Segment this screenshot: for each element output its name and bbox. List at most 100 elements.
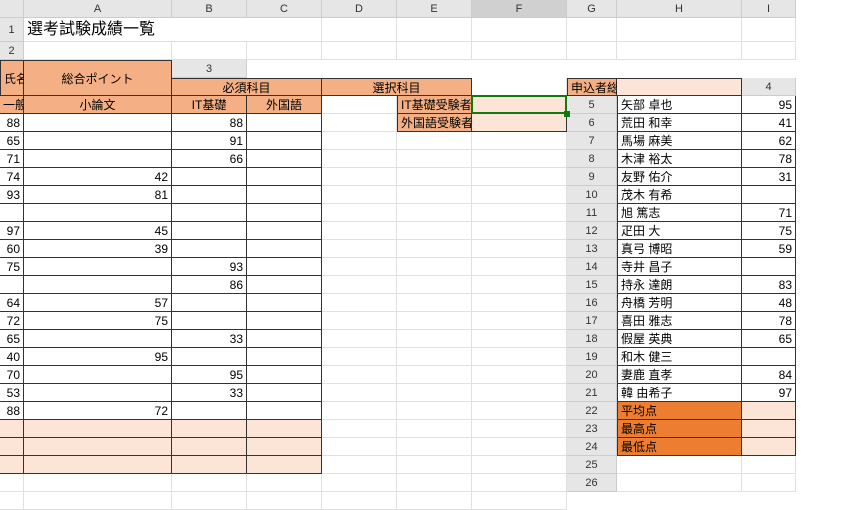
lang-cell[interactable] xyxy=(172,294,247,312)
it-cell[interactable]: 75 xyxy=(24,312,172,330)
it-cell[interactable] xyxy=(24,276,172,294)
lang-cell[interactable] xyxy=(172,222,247,240)
total-cell[interactable] xyxy=(247,330,322,348)
lang-cell[interactable]: 33 xyxy=(172,330,247,348)
gen-cell[interactable]: 41 xyxy=(742,114,796,132)
col-header-F[interactable]: F xyxy=(472,0,567,18)
total-cell[interactable] xyxy=(247,222,322,240)
row-header-24[interactable]: 24 xyxy=(567,438,617,456)
row-header-5[interactable]: 5 xyxy=(567,96,617,114)
total-cell[interactable] xyxy=(247,240,322,258)
row-header-13[interactable]: 13 xyxy=(567,240,617,258)
total-cell[interactable] xyxy=(247,186,322,204)
row-header-11[interactable]: 11 xyxy=(567,204,617,222)
name-cell[interactable]: 真弓 博昭 xyxy=(617,240,742,258)
row-header-26[interactable]: 26 xyxy=(567,474,617,492)
total-cell[interactable] xyxy=(247,348,322,366)
name-cell[interactable]: 喜田 雅志 xyxy=(617,312,742,330)
row-header-3[interactable]: 3 xyxy=(172,60,247,78)
name-cell[interactable]: 妻鹿 直孝 xyxy=(617,366,742,384)
essay-cell[interactable]: 71 xyxy=(0,150,24,168)
row-header-19[interactable]: 19 xyxy=(567,348,617,366)
gen-cell[interactable]: 95 xyxy=(742,96,796,114)
total-cell[interactable] xyxy=(247,276,322,294)
essay-cell[interactable]: 65 xyxy=(0,132,24,150)
lang-cell[interactable] xyxy=(172,348,247,366)
lang-cell[interactable]: 93 xyxy=(172,258,247,276)
it-cell[interactable] xyxy=(24,132,172,150)
row-header-1[interactable]: 1 xyxy=(0,18,24,42)
name-cell[interactable]: 荒田 和幸 xyxy=(617,114,742,132)
total-cell[interactable] xyxy=(247,384,322,402)
gen-cell[interactable]: 84 xyxy=(742,366,796,384)
name-cell[interactable]: 疋田 大 xyxy=(617,222,742,240)
lang-cell[interactable] xyxy=(172,402,247,420)
name-cell[interactable]: 木津 裕太 xyxy=(617,150,742,168)
stat-min-val[interactable] xyxy=(742,438,796,456)
essay-cell[interactable]: 75 xyxy=(0,258,24,276)
it-cell[interactable]: 45 xyxy=(24,222,172,240)
it-cell[interactable]: 57 xyxy=(24,294,172,312)
name-cell[interactable]: 和木 健三 xyxy=(617,348,742,366)
gen-cell[interactable] xyxy=(742,258,796,276)
essay-cell[interactable]: 40 xyxy=(0,348,24,366)
stat-min-val[interactable] xyxy=(0,456,24,474)
gen-cell[interactable]: 83 xyxy=(742,276,796,294)
it-cell[interactable]: 39 xyxy=(24,240,172,258)
total-cell[interactable] xyxy=(247,258,322,276)
gen-cell[interactable]: 59 xyxy=(742,240,796,258)
essay-cell[interactable]: 72 xyxy=(0,312,24,330)
essay-cell[interactable]: 60 xyxy=(0,240,24,258)
gen-cell[interactable]: 31 xyxy=(742,168,796,186)
name-cell[interactable]: 矢部 卓也 xyxy=(617,96,742,114)
essay-cell[interactable]: 53 xyxy=(0,384,24,402)
row-header-12[interactable]: 12 xyxy=(567,222,617,240)
it-cell[interactable] xyxy=(24,114,172,132)
row-header-15[interactable]: 15 xyxy=(567,276,617,294)
total-cell[interactable] xyxy=(247,312,322,330)
lang-cell[interactable] xyxy=(172,240,247,258)
total-cell[interactable] xyxy=(247,294,322,312)
total-cell[interactable] xyxy=(247,204,322,222)
stat-min-val[interactable] xyxy=(24,456,172,474)
side-lang-value[interactable] xyxy=(472,114,567,132)
name-cell[interactable]: 舟橋 芳明 xyxy=(617,294,742,312)
row-header-22[interactable]: 22 xyxy=(567,402,617,420)
stat-avg-val[interactable] xyxy=(247,420,322,438)
col-header-H[interactable]: H xyxy=(617,0,742,18)
name-cell[interactable]: 寺井 昌子 xyxy=(617,258,742,276)
essay-cell[interactable] xyxy=(0,276,24,294)
col-header-E[interactable]: E xyxy=(397,0,472,18)
lang-cell[interactable]: 86 xyxy=(172,276,247,294)
gen-cell[interactable]: 62 xyxy=(742,132,796,150)
stat-max-val[interactable] xyxy=(0,438,24,456)
row-header-21[interactable]: 21 xyxy=(567,384,617,402)
stat-min-val[interactable] xyxy=(247,456,322,474)
row-header-16[interactable]: 16 xyxy=(567,294,617,312)
col-header-C[interactable]: C xyxy=(247,0,322,18)
essay-cell[interactable]: 88 xyxy=(0,402,24,420)
it-cell[interactable]: 72 xyxy=(24,402,172,420)
row-header-10[interactable]: 10 xyxy=(567,186,617,204)
gen-cell[interactable] xyxy=(742,348,796,366)
total-cell[interactable] xyxy=(247,168,322,186)
it-cell[interactable]: 42 xyxy=(24,168,172,186)
essay-cell[interactable]: 74 xyxy=(0,168,24,186)
total-cell[interactable] xyxy=(247,150,322,168)
row-header-8[interactable]: 8 xyxy=(567,150,617,168)
stat-min-val[interactable] xyxy=(172,456,247,474)
gen-cell[interactable] xyxy=(742,186,796,204)
essay-cell[interactable] xyxy=(0,204,24,222)
essay-cell[interactable]: 97 xyxy=(0,222,24,240)
stat-avg-val[interactable] xyxy=(172,420,247,438)
lang-cell[interactable] xyxy=(172,204,247,222)
gen-cell[interactable]: 75 xyxy=(742,222,796,240)
gen-cell[interactable]: 71 xyxy=(742,204,796,222)
row-header-25[interactable]: 25 xyxy=(567,456,617,474)
it-cell[interactable]: 95 xyxy=(24,348,172,366)
row-header-7[interactable]: 7 xyxy=(567,132,617,150)
stat-avg-val[interactable] xyxy=(0,420,24,438)
row-header-17[interactable]: 17 xyxy=(567,312,617,330)
gen-cell[interactable]: 65 xyxy=(742,330,796,348)
it-cell[interactable] xyxy=(24,384,172,402)
